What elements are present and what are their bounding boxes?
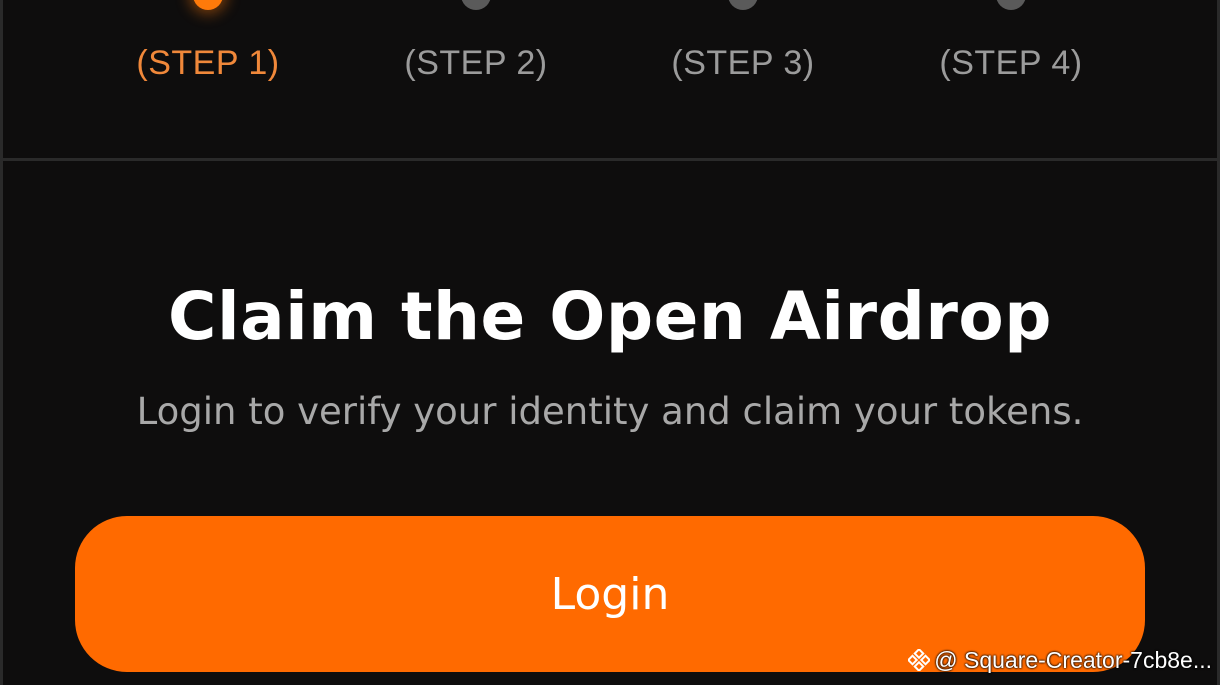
step-2[interactable]: (STEP 2) bbox=[366, 0, 586, 160]
watermark: @ Square-Creator-7cb8e... bbox=[907, 645, 1212, 675]
step-3[interactable]: (STEP 3) bbox=[633, 0, 853, 160]
step-3-label: (STEP 3) bbox=[671, 44, 815, 82]
stepper: (STEP 1) (STEP 2) (STEP 3) (STEP 4) bbox=[0, 0, 1220, 160]
step-2-indicator bbox=[461, 0, 491, 10]
page-title: Claim the Open Airdrop bbox=[168, 278, 1052, 355]
watermark-text: @ Square-Creator-7cb8e... bbox=[934, 646, 1212, 673]
step-1-label: (STEP 1) bbox=[136, 44, 280, 82]
step-2-label: (STEP 2) bbox=[404, 44, 548, 82]
login-button-label: Login bbox=[550, 568, 670, 620]
step-4[interactable]: (STEP 4) bbox=[901, 0, 1121, 160]
page-subtitle: Login to verify your identity and claim … bbox=[136, 390, 1084, 433]
step-3-indicator bbox=[728, 0, 758, 10]
binance-logo-icon bbox=[907, 647, 932, 673]
step-4-label: (STEP 4) bbox=[939, 44, 1083, 82]
step-1-indicator bbox=[193, 0, 223, 10]
step-1[interactable]: (STEP 1) bbox=[98, 0, 318, 160]
section-divider bbox=[0, 158, 1220, 161]
step-4-indicator bbox=[996, 0, 1026, 10]
